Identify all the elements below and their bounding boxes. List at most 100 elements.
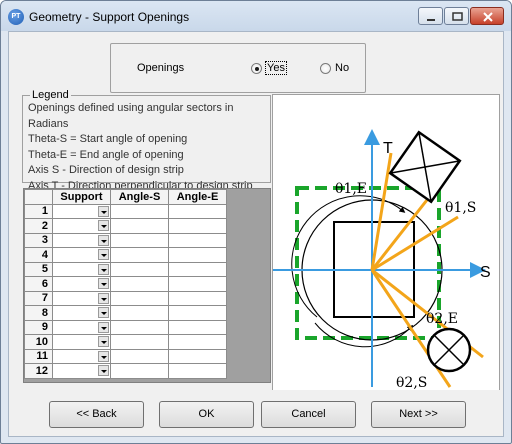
table-row: 8 xyxy=(24,305,227,321)
app-icon: PT xyxy=(8,9,24,25)
openings-no-radio[interactable]: No xyxy=(320,62,349,74)
radio-dot-icon xyxy=(251,62,262,74)
theta-2s-label: θ2,S xyxy=(396,375,427,390)
dialog-window: PT Geometry - Support Openings Openings … xyxy=(0,0,512,444)
dropdown-arrow-icon[interactable] xyxy=(98,350,109,362)
row-number: 2 xyxy=(24,218,53,234)
angle-e-cell[interactable] xyxy=(168,218,227,234)
angle-e-cell[interactable] xyxy=(168,305,227,321)
support-cell[interactable] xyxy=(52,232,111,248)
ok-button[interactable]: OK xyxy=(159,401,254,428)
openings-yes-radio[interactable]: Yes xyxy=(251,61,287,75)
theta-1e-label: θ1,E xyxy=(335,181,367,197)
support-cell[interactable] xyxy=(52,203,111,219)
angle-s-cell[interactable] xyxy=(110,261,169,277)
dropdown-arrow-icon[interactable] xyxy=(98,249,109,260)
close-icon xyxy=(483,12,493,22)
dropdown-arrow-icon[interactable] xyxy=(98,336,109,347)
legend-line: Theta-E = End angle of opening xyxy=(28,148,184,161)
support-cell[interactable] xyxy=(52,261,111,277)
column-header-support[interactable]: Support xyxy=(52,189,111,205)
row-number: 4 xyxy=(24,247,53,263)
column-header-angle-e[interactable]: Angle-E xyxy=(168,189,227,205)
openings-group: Openings Yes No xyxy=(110,43,366,93)
close-button[interactable] xyxy=(470,7,504,25)
grid-body: 1 2 3 4 5 6 7 8 9 10 11 12 xyxy=(24,203,227,379)
dropdown-arrow-icon[interactable] xyxy=(98,234,109,246)
legend-line: Openings defined using angular sectors i… xyxy=(28,102,234,130)
minimize-button[interactable] xyxy=(418,7,443,25)
angle-s-cell[interactable] xyxy=(110,305,169,321)
maximize-button[interactable] xyxy=(444,7,469,25)
table-row: 2 xyxy=(24,218,227,234)
table-row: 7 xyxy=(24,290,227,306)
dropdown-arrow-icon[interactable] xyxy=(98,263,109,275)
sector-line-1e xyxy=(370,152,393,271)
row-number: 8 xyxy=(24,305,53,321)
button-bar: << Back OK Cancel Next >> xyxy=(9,390,503,436)
dropdown-arrow-icon[interactable] xyxy=(98,292,109,304)
support-cell[interactable] xyxy=(52,363,111,379)
angle-e-cell[interactable] xyxy=(168,290,227,306)
dropdown-arrow-icon[interactable] xyxy=(98,307,109,318)
legend-line: Axis S - Direction of design strip xyxy=(28,164,184,176)
angle-e-cell[interactable] xyxy=(168,232,227,248)
angle-e-cell[interactable] xyxy=(168,276,227,292)
angle-s-cell[interactable] xyxy=(110,218,169,234)
angle-s-cell[interactable] xyxy=(110,319,169,335)
table-row: 12 xyxy=(24,363,227,379)
minimize-icon xyxy=(427,19,435,21)
legend-title: Legend xyxy=(30,89,71,101)
openings-label: Openings xyxy=(137,62,185,74)
column-header-angle-s[interactable]: Angle-S xyxy=(110,189,169,205)
back-button[interactable]: << Back xyxy=(49,401,144,428)
support-cell[interactable] xyxy=(52,319,111,335)
angle-e-cell[interactable] xyxy=(168,348,227,364)
angle-s-cell[interactable] xyxy=(110,363,169,379)
angle-e-cell[interactable] xyxy=(168,363,227,379)
radio-dot-icon xyxy=(320,62,331,74)
row-number: 9 xyxy=(24,319,53,335)
axis-s-label: S xyxy=(480,264,491,281)
support-cell[interactable] xyxy=(52,218,111,234)
title-bar[interactable]: PT Geometry - Support Openings xyxy=(1,1,511,31)
openings-no-label: No xyxy=(335,62,350,74)
angle-e-cell[interactable] xyxy=(168,261,227,277)
support-cell[interactable] xyxy=(52,247,111,263)
angle-s-cell[interactable] xyxy=(110,276,169,292)
angle-s-cell[interactable] xyxy=(110,203,169,219)
opening-square-icon xyxy=(388,130,462,204)
angle-e-cell[interactable] xyxy=(168,319,227,335)
dropdown-arrow-icon[interactable] xyxy=(98,205,109,217)
dropdown-arrow-icon[interactable] xyxy=(98,278,109,289)
angle-s-cell[interactable] xyxy=(110,290,169,306)
support-cell[interactable] xyxy=(52,348,111,364)
corner-header xyxy=(24,189,53,205)
angle-s-cell[interactable] xyxy=(110,247,169,263)
openings-grid[interactable]: Support Angle-S Angle-E 1 2 3 4 5 6 7 8 9 10 11 12 xyxy=(23,188,271,383)
openings-yes-label: Yes xyxy=(265,61,287,75)
support-cell[interactable] xyxy=(52,276,111,292)
angle-s-cell[interactable] xyxy=(110,348,169,364)
row-number: 7 xyxy=(24,290,53,306)
angle-e-cell[interactable] xyxy=(168,334,227,350)
openings-table: Support Angle-S Angle-E 1 2 3 4 5 6 7 8 9 10 11 12 xyxy=(24,189,227,379)
openings-diagram: T S θ1,E θ1,S θ2,E θ2,S xyxy=(272,94,500,391)
cancel-button[interactable]: Cancel xyxy=(261,401,356,428)
next-button[interactable]: Next >> xyxy=(371,401,466,428)
legend-group: Legend Openings defined using angular se… xyxy=(22,89,271,192)
dropdown-arrow-icon[interactable] xyxy=(98,321,109,333)
angle-s-cell[interactable] xyxy=(110,232,169,248)
angle-s-cell[interactable] xyxy=(110,334,169,350)
dropdown-arrow-icon[interactable] xyxy=(98,365,109,376)
support-cell[interactable] xyxy=(52,334,111,350)
support-cell[interactable] xyxy=(52,290,111,306)
table-row: 6 xyxy=(24,276,227,292)
table-row: 5 xyxy=(24,261,227,277)
legend-line: Theta-S = Start angle of opening xyxy=(28,133,188,145)
row-number: 12 xyxy=(24,363,53,379)
angle-e-cell[interactable] xyxy=(168,247,227,263)
dropdown-arrow-icon[interactable] xyxy=(98,220,109,231)
support-cell[interactable] xyxy=(52,305,111,321)
angle-e-cell[interactable] xyxy=(168,203,227,219)
